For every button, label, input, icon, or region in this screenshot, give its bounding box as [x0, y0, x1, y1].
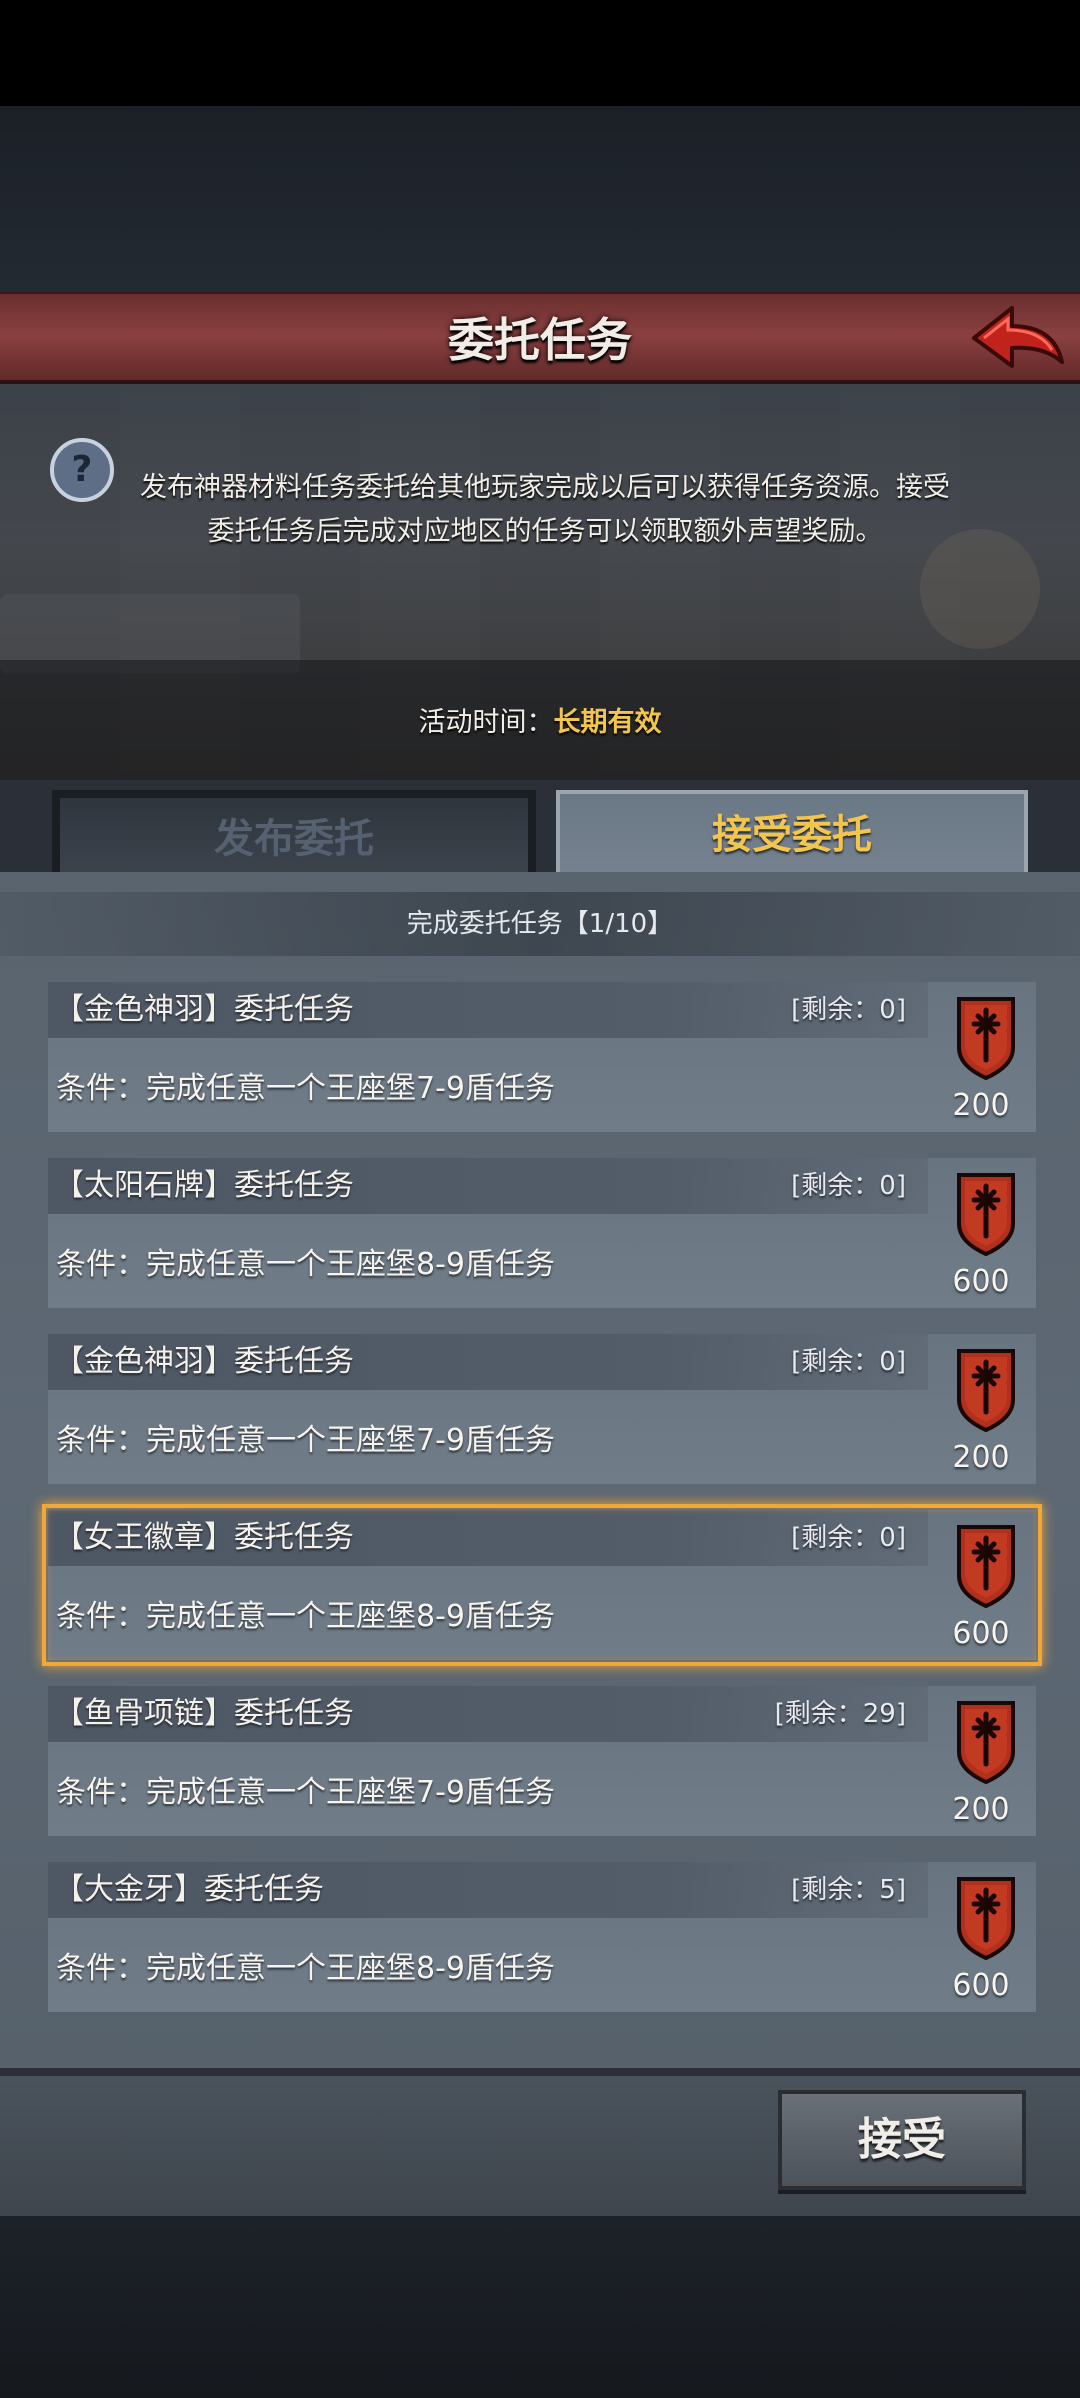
task-name: 【金色神羽】委托任务	[54, 992, 354, 1027]
info-text: 发布神器材料任务委托给其他玩家完成以后可以获得任务资源。接受 委托任务后完成对应…	[130, 466, 960, 554]
task-condition: 条件：完成任意一个王座堡7-9盾任务	[56, 1775, 555, 1810]
bottom-backdrop	[0, 2216, 1080, 2398]
task-name: 【太阳石牌】委托任务	[54, 1168, 354, 1203]
reward-value: 600	[952, 1968, 1010, 2003]
task-condition: 条件：完成任意一个王座堡8-9盾任务	[56, 1951, 555, 1986]
info-line-1: 发布神器材料任务委托给其他玩家完成以后可以获得任务资源。接受	[140, 472, 950, 503]
task-condition: 条件：完成任意一个王座堡8-9盾任务	[56, 1599, 555, 1634]
task-remaining: [剩余：29]	[774, 1699, 906, 1729]
reward-value: 600	[952, 1616, 1010, 1651]
question-icon[interactable]: ?	[50, 438, 114, 502]
reputation-shield-icon	[956, 1172, 1016, 1256]
task-condition: 条件：完成任意一个王座堡8-9盾任务	[56, 1247, 555, 1282]
reputation-shield-icon	[956, 1700, 1016, 1784]
page-title: 委托任务	[448, 313, 632, 367]
reward-value: 200	[952, 1440, 1010, 1475]
back-button[interactable]	[966, 298, 1070, 382]
task-item[interactable]: 【金色神羽】委托任务 [剩余：0] 条件：完成任意一个王座堡7-9盾任务 200	[48, 982, 1036, 1132]
task-remaining: [剩余：0]	[791, 1171, 906, 1201]
back-arrow-icon	[972, 306, 1064, 368]
task-remaining: [剩余：5]	[791, 1875, 906, 1905]
reputation-shield-icon	[956, 996, 1016, 1080]
title-bar: 委托任务	[0, 292, 1080, 396]
info-line-2: 委托任务后完成对应地区的任务可以领取额外声望奖励。	[207, 516, 883, 547]
tab-publish[interactable]: 发布委托	[52, 790, 536, 872]
reward-value: 600	[952, 1264, 1010, 1299]
top-backdrop	[0, 106, 1080, 292]
task-item[interactable]: 【太阳石牌】委托任务 [剩余：0] 条件：完成任意一个王座堡8-9盾任务 600	[48, 1158, 1036, 1308]
task-name: 【大金牙】委托任务	[54, 1872, 324, 1907]
task-name: 【金色神羽】委托任务	[54, 1344, 354, 1379]
task-remaining: [剩余：0]	[791, 1347, 906, 1377]
tab-accept[interactable]: 接受委托	[556, 790, 1028, 872]
reward-value: 200	[952, 1088, 1010, 1123]
activity-time: 活动时间：长期有效	[0, 700, 1080, 739]
task-name: 【女王徽章】委托任务	[54, 1520, 354, 1555]
progress-text: 完成委托任务【1/10】	[406, 909, 674, 939]
screen: 委托任务 ? 发布神器材料任务委托给其他玩家完成以后可以获得任务资源。接受 委托…	[0, 0, 1080, 2398]
task-name: 【鱼骨项链】委托任务	[54, 1696, 354, 1731]
task-remaining: [剩余：0]	[791, 1523, 906, 1553]
accept-button[interactable]: 接受	[778, 2090, 1026, 2190]
reputation-shield-icon	[956, 1524, 1016, 1608]
reputation-shield-icon	[956, 1348, 1016, 1432]
activity-time-label: 活动时间：	[418, 707, 554, 738]
task-condition: 条件：完成任意一个王座堡7-9盾任务	[56, 1423, 555, 1458]
reward-value: 200	[952, 1792, 1010, 1827]
task-item[interactable]: 【鱼骨项链】委托任务 [剩余：29] 条件：完成任意一个王座堡7-9盾任务 20…	[48, 1686, 1036, 1836]
task-item[interactable]: 【大金牙】委托任务 [剩余：5] 条件：完成任意一个王座堡8-9盾任务 600	[48, 1862, 1036, 2012]
task-remaining: [剩余：0]	[791, 995, 906, 1025]
status-bar	[0, 0, 1080, 106]
activity-time-value: 长期有效	[553, 707, 662, 738]
task-condition: 条件：完成任意一个王座堡7-9盾任务	[56, 1071, 555, 1106]
task-item-selected[interactable]: 【女王徽章】委托任务 [剩余：0] 条件：完成任意一个王座堡8-9盾任务 600	[42, 1504, 1042, 1666]
reputation-shield-icon	[956, 1876, 1016, 1960]
task-item[interactable]: 【金色神羽】委托任务 [剩余：0] 条件：完成任意一个王座堡7-9盾任务 200	[48, 1334, 1036, 1484]
